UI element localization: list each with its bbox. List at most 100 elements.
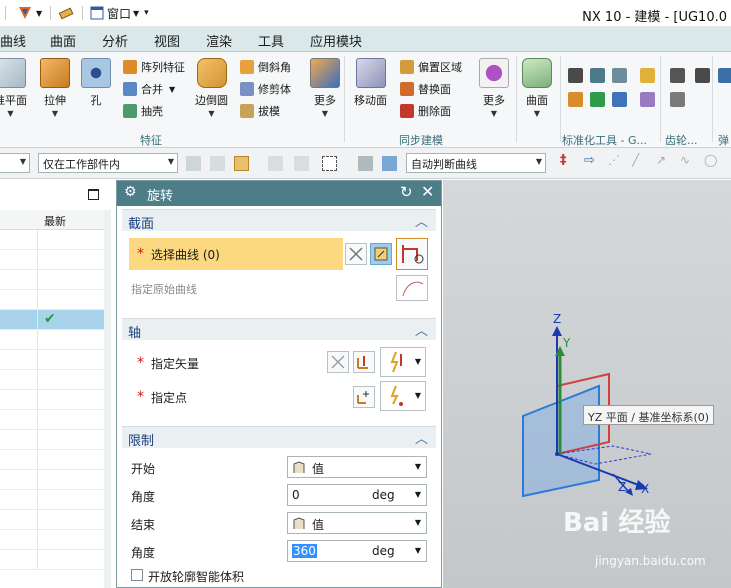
gc-tool-icon[interactable] — [590, 92, 605, 107]
end-angle-field[interactable]: 360 deg ▼ — [287, 540, 427, 562]
sketch-section-icon[interactable] — [370, 243, 392, 265]
column-latest-header[interactable]: 最新 — [44, 213, 66, 229]
snap-endpoint-icon[interactable]: ⋰ — [608, 153, 623, 168]
gc-tool-icon[interactable] — [568, 92, 583, 107]
edge-blend-button[interactable]: 边倒圆 ▼ — [195, 58, 228, 118]
table-row[interactable] — [0, 410, 104, 430]
pattern-feature-button[interactable]: 阵列特征 — [123, 58, 185, 76]
table-row[interactable] — [0, 350, 104, 370]
spring-tool-icon[interactable] — [718, 68, 731, 83]
point-dialog-icon[interactable] — [353, 386, 375, 408]
inferred-point-dropdown[interactable]: ▼ — [380, 381, 426, 411]
gc-tool-icon[interactable] — [568, 68, 583, 83]
table-row[interactable] — [0, 550, 104, 570]
specify-vector-row[interactable]: * 指定矢量 — [129, 347, 343, 379]
reverse-direction-icon[interactable] — [327, 351, 349, 373]
gear-icon[interactable]: ⚙ — [124, 184, 137, 200]
gear-tool-icon[interactable] — [695, 68, 710, 83]
table-row[interactable] — [0, 490, 104, 510]
select-rectangle-icon[interactable] — [322, 156, 337, 171]
table-row[interactable] — [0, 390, 104, 410]
table-row[interactable] — [0, 290, 104, 310]
draft-button[interactable]: 拔模 — [240, 102, 280, 120]
replace-face-button[interactable]: 替换面 — [400, 80, 451, 98]
snap-spline-icon[interactable]: ∿ — [680, 153, 695, 168]
selection-intent-icon[interactable] — [294, 156, 309, 171]
offset-region-button[interactable]: 偏置区域 — [400, 58, 462, 76]
stop-at-intersection-icon[interactable]: ‡ — [560, 153, 575, 168]
select-feature-icon[interactable] — [186, 156, 201, 171]
table-row[interactable] — [0, 470, 104, 490]
eraser-icon[interactable] — [58, 4, 76, 22]
collapse-icon[interactable]: ︿ — [415, 320, 428, 339]
point-dialog-icon[interactable] — [268, 156, 283, 171]
select-body-icon[interactable] — [210, 156, 225, 171]
table-row-selected[interactable]: ✔ — [0, 310, 104, 330]
select-solid-icon[interactable] — [358, 156, 373, 171]
graphics-window[interactable]: Z Y Z X YZ 平面 / 基准坐标系(0) Bai 经验 jingyan.… — [443, 180, 731, 588]
dialog-title-bar[interactable]: ⚙ 旋转 ↻ ✕ — [117, 181, 441, 206]
gear-tool-icon[interactable] — [670, 68, 685, 83]
reset-icon[interactable]: ↻ — [400, 183, 413, 201]
table-row[interactable] — [0, 270, 104, 290]
snap-circle-icon[interactable]: ◯ — [704, 153, 719, 168]
snap-arc-icon[interactable]: ↗ — [656, 153, 671, 168]
table-row[interactable] — [0, 330, 104, 350]
more-sync-button[interactable]: 更多 ▼ — [479, 58, 509, 118]
tab-analysis[interactable]: 分析 — [102, 31, 128, 50]
move-face-button[interactable]: 移动面 — [354, 58, 387, 108]
end-type-dropdown[interactable]: 值 ▼ — [287, 512, 427, 534]
chevron-down-icon[interactable]: ▼ — [415, 546, 421, 555]
more-features-button[interactable]: 更多 ▼ — [310, 58, 340, 118]
collapse-icon[interactable]: ︿ — [415, 428, 428, 447]
window-menu-button[interactable]: 窗口 ▼ ▾ — [90, 4, 149, 22]
start-type-dropdown[interactable]: 值 ▼ — [287, 456, 427, 478]
table-row[interactable] — [0, 510, 104, 530]
shell-button[interactable]: 抽壳 — [123, 102, 163, 120]
hole-button[interactable]: 孔 — [81, 58, 111, 108]
type-filter-dropdown[interactable]: ▼ — [0, 153, 30, 173]
navigator-scrollbar[interactable] — [104, 210, 111, 588]
tab-surface[interactable]: 曲面 — [50, 31, 76, 50]
inferred-vector-dropdown[interactable]: ▼ — [380, 347, 426, 377]
gc-tool-icon[interactable] — [590, 68, 605, 83]
tab-view[interactable]: 视图 — [154, 31, 180, 50]
chevron-down-icon[interactable]: ▼ — [415, 490, 421, 499]
maximize-icon[interactable] — [88, 189, 99, 200]
tab-render[interactable]: 渲染 — [206, 31, 232, 50]
gear-tool-icon[interactable] — [670, 92, 685, 107]
table-row[interactable] — [0, 250, 104, 270]
specify-point-row[interactable]: * 指定点 — [129, 381, 343, 413]
follow-fillet-icon[interactable]: ⇨ — [584, 153, 599, 168]
gc-tool-icon[interactable] — [612, 68, 627, 83]
trim-body-button[interactable]: 修剪体 — [240, 80, 291, 98]
section-header-axis[interactable]: 轴 ︿ — [122, 318, 436, 341]
original-curve-icon[interactable] — [396, 275, 428, 301]
nx-logo-icon[interactable]: ▼ — [16, 4, 42, 22]
tab-tools[interactable]: 工具 — [258, 31, 284, 50]
close-icon[interactable]: ✕ — [421, 182, 434, 201]
chamfer-button[interactable]: 倒斜角 — [240, 58, 291, 76]
customize-toolbar-icon[interactable]: ▾ — [144, 8, 149, 18]
select-curve-icon[interactable] — [396, 238, 428, 270]
selection-scope-dropdown[interactable]: 仅在工作部件内 ▼ — [38, 153, 178, 173]
tab-curve[interactable]: 曲线 — [0, 31, 26, 50]
datum-plane-button[interactable]: 准平面 ▼ — [0, 58, 27, 118]
curve-rule-icon[interactable] — [345, 243, 367, 265]
gc-tool-icon[interactable] — [640, 68, 655, 83]
section-header-section[interactable]: 截面 ︿ — [122, 209, 436, 232]
gc-tool-icon[interactable] — [612, 92, 627, 107]
collapse-icon[interactable]: ︿ — [415, 211, 428, 230]
vector-dialog-icon[interactable] — [353, 351, 375, 373]
start-angle-field[interactable]: 0 deg ▼ — [287, 484, 427, 506]
surface-button[interactable]: 曲面 ▼ — [522, 58, 552, 118]
unite-button[interactable]: 合并 ▼ — [123, 80, 175, 98]
gc-tool-icon[interactable] — [640, 92, 655, 107]
curve-rule-dropdown[interactable]: 自动判断曲线 ▼ — [406, 153, 546, 173]
select-curve-row[interactable]: * 选择曲线 (0) — [129, 238, 343, 270]
table-row[interactable] — [0, 430, 104, 450]
section-header-limits[interactable]: 限制 ︿ — [122, 426, 436, 449]
select-face-icon[interactable] — [382, 156, 397, 171]
tab-applications[interactable]: 应用模块 — [310, 31, 362, 50]
table-row[interactable] — [0, 370, 104, 390]
